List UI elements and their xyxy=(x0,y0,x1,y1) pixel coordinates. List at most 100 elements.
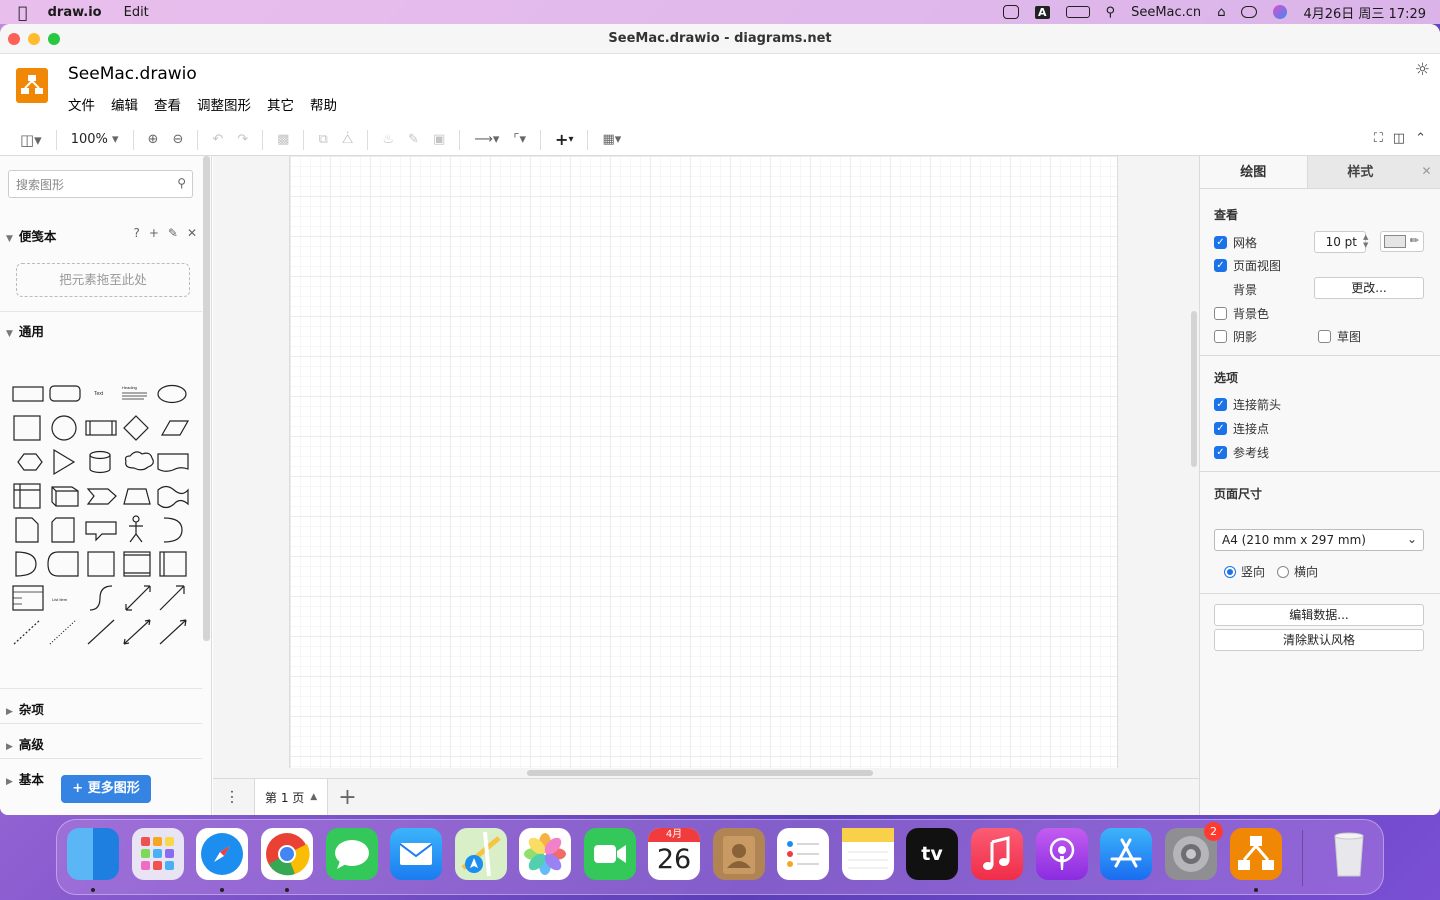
menu-clock[interactable]: 4月26日 周三 17:29 xyxy=(1303,3,1426,22)
page-menu-icon[interactable]: ⋯ xyxy=(223,789,242,805)
shadow-icon[interactable]: ▣ xyxy=(433,132,445,147)
music-icon[interactable] xyxy=(971,828,1023,880)
clear-default-style-button[interactable]: 清除默认风格 xyxy=(1214,629,1424,651)
finder-icon[interactable] xyxy=(67,828,119,892)
checkbox-checked-icon[interactable]: ✓ xyxy=(1214,446,1227,459)
search-icon[interactable]: ⚲ xyxy=(177,176,186,190)
view-panels-icon[interactable]: ◫▾ xyxy=(20,131,42,149)
connection-points-checkbox[interactable]: ✓ 连接点 xyxy=(1214,420,1269,437)
menu-app-name[interactable]: draw.io xyxy=(48,5,102,20)
scratchpad-header[interactable]: ▼ 便笺本 xyxy=(6,226,56,245)
menu-arrange[interactable]: 调整图形 xyxy=(197,94,251,114)
grid-checkbox[interactable]: ✓ 网格 xyxy=(1214,234,1257,251)
facetime-icon[interactable] xyxy=(584,828,636,880)
zoom-out-icon[interactable]: ⊖ xyxy=(172,132,183,147)
to-front-icon[interactable]: ⧉ xyxy=(318,132,327,147)
page-size-select[interactable]: A4 (210 mm x 297 mm) ⌄ xyxy=(1214,529,1424,551)
control-center-icon[interactable] xyxy=(1241,6,1258,18)
fill-color-icon[interactable]: ♨ xyxy=(382,132,394,147)
to-back-icon[interactable]: ⧊ xyxy=(342,132,354,147)
landscape-radio[interactable]: 横向 xyxy=(1277,563,1318,580)
messages-icon[interactable] xyxy=(326,828,378,880)
general-shapes-palette[interactable]: Text Heading List Item xyxy=(10,356,195,656)
zoom-window-button[interactable] xyxy=(48,33,60,45)
delete-icon[interactable]: ▩ xyxy=(277,132,289,147)
sketch-checkbox[interactable]: 草图 xyxy=(1318,328,1361,345)
page-view-checkbox[interactable]: ✓ 页面视图 xyxy=(1214,257,1281,274)
help-icon[interactable]: ? xyxy=(133,226,139,240)
shape-list-item[interactable]: List Item xyxy=(52,597,68,602)
close-icon[interactable]: ✕ xyxy=(187,226,197,240)
line-color-icon[interactable]: ✎ xyxy=(408,132,419,147)
close-panel-icon[interactable]: ✕ xyxy=(1413,156,1440,188)
minimize-window-button[interactable] xyxy=(28,33,40,45)
menu-edit[interactable]: Edit xyxy=(124,5,149,20)
checkbox-checked-icon[interactable]: ✓ xyxy=(1214,236,1227,249)
calendar-icon[interactable]: 4月 26 xyxy=(648,828,700,880)
mail-icon[interactable] xyxy=(390,828,442,880)
photos-icon[interactable] xyxy=(519,828,571,880)
zoom-in-icon[interactable]: ⊕ xyxy=(148,132,159,147)
undo-icon[interactable]: ↶ xyxy=(212,132,223,147)
shape-heading[interactable]: Heading xyxy=(122,385,137,390)
trash-icon[interactable] xyxy=(1323,828,1375,880)
status-menu-icon[interactable] xyxy=(1003,5,1020,19)
safari-icon[interactable] xyxy=(196,828,248,892)
edit-pencil-icon[interactable]: ✎ xyxy=(168,226,178,240)
menu-extras[interactable]: 其它 xyxy=(267,94,294,114)
canvas-horizontal-scrollbar[interactable] xyxy=(527,770,873,776)
wifi-icon[interactable]: ⌂ xyxy=(1217,5,1225,20)
spotlight-search-icon[interactable]: ⚲ xyxy=(1106,5,1116,20)
grid-size-stepper-icon[interactable]: ▲ ▼ xyxy=(1363,233,1368,249)
input-method-icon[interactable]: A xyxy=(1035,5,1050,19)
app-store-icon[interactable] xyxy=(1100,828,1152,880)
portrait-radio[interactable]: 竖向 xyxy=(1224,563,1265,580)
file-name[interactable]: SeeMac.drawio xyxy=(68,64,197,84)
reminders-icon[interactable] xyxy=(777,828,829,880)
checkbox-checked-icon[interactable]: ✓ xyxy=(1214,398,1227,411)
drawio-dock-icon[interactable] xyxy=(1230,828,1282,892)
grid-size-input[interactable]: 10 pt xyxy=(1314,231,1366,253)
add-icon[interactable]: + xyxy=(149,226,159,240)
maps-icon[interactable] xyxy=(455,828,507,880)
page-tab[interactable]: 第 1 页 ▲ xyxy=(254,779,329,815)
general-section-header[interactable]: ▼ 通用 xyxy=(6,321,44,340)
format-panel-icon[interactable]: ◫ xyxy=(1393,131,1405,146)
menu-view[interactable]: 查看 xyxy=(154,94,181,114)
table-icon[interactable]: ▦▾ xyxy=(602,132,621,147)
insert-icon[interactable]: + ▾ xyxy=(555,130,573,149)
tab-diagram[interactable]: 绘图 xyxy=(1200,156,1307,188)
apple-tv-icon[interactable]: tv xyxy=(906,828,958,880)
change-background-button[interactable]: 更改... xyxy=(1314,277,1424,299)
collapse-toolbar-icon[interactable]: ⌃ xyxy=(1415,131,1426,146)
sidebar-scrollbar[interactable] xyxy=(203,156,210,641)
menu-file[interactable]: 文件 xyxy=(68,94,95,114)
add-page-icon[interactable]: + xyxy=(338,785,356,810)
more-shapes-button[interactable]: + 更多图形 xyxy=(61,775,151,803)
menu-help[interactable]: 帮助 xyxy=(310,94,337,114)
chrome-icon[interactable] xyxy=(261,828,313,892)
siri-icon[interactable] xyxy=(1273,5,1288,19)
shape-text[interactable]: Text xyxy=(94,391,104,397)
background-color-checkbox[interactable]: 背景色 xyxy=(1214,305,1269,322)
tab-style[interactable]: 样式 xyxy=(1306,156,1414,188)
connection-arrows-checkbox[interactable]: ✓ 连接箭头 xyxy=(1214,396,1281,413)
battery-icon[interactable] xyxy=(1065,6,1090,18)
diagram-page[interactable] xyxy=(289,156,1118,768)
guides-checkbox[interactable]: ✓ 参考线 xyxy=(1214,444,1269,461)
zoom-select[interactable]: 100% ▾ xyxy=(71,132,119,147)
misc-section-header[interactable]: ▶ 杂项 xyxy=(6,699,44,718)
checkbox-checked-icon[interactable]: ✓ xyxy=(1214,422,1227,435)
canvas-vertical-scrollbar[interactable] xyxy=(1191,311,1197,467)
fullscreen-icon[interactable]: ⛶ xyxy=(1374,131,1383,146)
connection-icon[interactable]: ⟶▾ xyxy=(474,132,499,147)
scratchpad-dropzone[interactable]: 把元素拖至此处 xyxy=(16,263,190,297)
menu-edit-cn[interactable]: 编辑 xyxy=(111,94,138,114)
close-window-button[interactable] xyxy=(8,33,20,45)
shadow-checkbox[interactable]: 阴影 xyxy=(1214,328,1257,345)
redo-icon[interactable]: ↷ xyxy=(237,132,248,147)
contacts-icon[interactable] xyxy=(713,828,765,880)
menu-site-label[interactable]: SeeMac.cn xyxy=(1131,5,1201,20)
edit-data-button[interactable]: 编辑数据... xyxy=(1214,604,1424,626)
basic-section-header[interactable]: ▶ 基本 xyxy=(6,769,44,788)
